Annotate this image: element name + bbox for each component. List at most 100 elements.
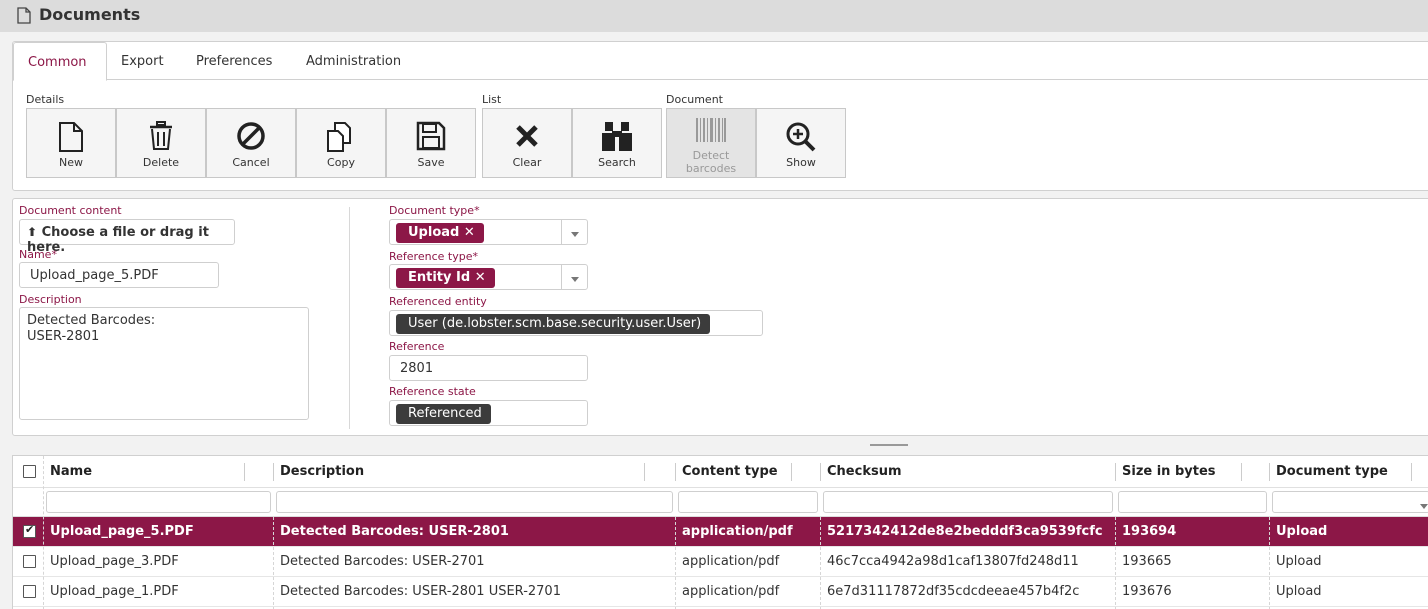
page-title: Documents — [39, 5, 141, 24]
detect-barcodes-label: Detect barcodes — [685, 149, 737, 175]
cell-checksum: 6e7d31117872df35cdcdeeae457b4f2c — [827, 584, 1080, 599]
description-line-1: Detected Barcodes: — [27, 313, 156, 328]
document-icon — [17, 7, 31, 24]
splitter-handle[interactable] — [870, 444, 908, 446]
new-button-label: New — [59, 156, 83, 169]
table-row[interactable]: Upload_page_1.PDF Detected Barcodes: USE… — [13, 577, 1428, 607]
reference-label: Reference — [389, 340, 445, 353]
upload-icon: ⬆ — [27, 225, 38, 239]
filter-description-input[interactable] — [276, 491, 673, 513]
cell-checksum: 5217342412de8e2bedddf3ca9539fcfc — [827, 524, 1103, 539]
save-icon — [416, 121, 446, 151]
detail-form: Document content ⬆ Choose a file or drag… — [12, 198, 1428, 436]
tab-preferences[interactable]: Preferences — [196, 54, 272, 69]
row-checkbox[interactable] — [23, 555, 36, 568]
delete-button-label: Delete — [142, 156, 180, 169]
document-type-select[interactable]: Upload ✕ — [389, 219, 588, 245]
description-textarea[interactable]: Detected Barcodes: USER-2801 — [19, 307, 309, 420]
row-checkbox[interactable] — [23, 523, 36, 538]
cell-description: Detected Barcodes: USER-2801 USER-2701 — [280, 584, 561, 599]
cancel-button-label: Cancel — [232, 156, 270, 169]
reference-state-field: Referenced — [389, 400, 588, 426]
ribbon-panel: Common Export Preferences Administration… — [12, 41, 1428, 191]
form-column-divider — [349, 207, 350, 429]
new-button[interactable]: New — [26, 108, 116, 178]
name-input[interactable]: Upload_page_5.PDF — [19, 262, 219, 288]
filter-content-type-input[interactable] — [678, 491, 818, 513]
show-button[interactable]: Show — [756, 108, 846, 178]
table-row[interactable]: Upload_page_5.PDF Detected Barcodes: USE… — [13, 517, 1428, 547]
column-header-content-type[interactable]: Content type — [676, 456, 821, 487]
save-button[interactable]: Save — [386, 108, 476, 178]
row-checkbox[interactable] — [23, 585, 36, 598]
tab-export[interactable]: Export — [121, 54, 164, 69]
cell-size: 193676 — [1122, 584, 1172, 599]
documents-table: Name Description Content type Checksum S… — [12, 455, 1428, 609]
cancel-icon — [237, 122, 265, 150]
document-content-label: Document content — [19, 204, 122, 217]
reference-state-chip: Referenced — [396, 404, 491, 424]
select-all-checkbox[interactable] — [23, 465, 36, 478]
detect-barcodes-button[interactable]: Detect barcodes — [666, 108, 756, 178]
chevron-down-icon[interactable] — [1411, 492, 1428, 512]
chevron-down-icon[interactable] — [561, 220, 587, 244]
new-document-icon — [59, 122, 83, 152]
copy-icon — [327, 122, 351, 152]
filter-size-input[interactable] — [1118, 491, 1267, 513]
remove-chip-icon[interactable]: ✕ — [464, 225, 475, 240]
copy-button[interactable]: Copy — [296, 108, 386, 178]
reference-input[interactable]: 2801 — [389, 355, 588, 381]
cancel-button[interactable]: Cancel — [206, 108, 296, 178]
tab-common[interactable]: Common — [13, 42, 107, 81]
cell-description: Detected Barcodes: USER-2801 — [280, 524, 509, 539]
column-header-checksum[interactable]: Checksum — [821, 456, 1116, 487]
reference-type-select[interactable]: Entity Id ✕ — [389, 264, 588, 290]
cell-document-type: Upload — [1276, 554, 1322, 569]
reference-state-label: Reference state — [389, 385, 476, 398]
trash-icon — [150, 121, 172, 150]
referenced-entity-field[interactable]: User (de.lobster.scm.base.security.user.… — [389, 310, 763, 336]
clear-button-label: Clear — [512, 156, 542, 169]
tab-bar: Common Export Preferences Administration — [13, 42, 1428, 81]
delete-button[interactable]: Delete — [116, 108, 206, 178]
column-header-name[interactable]: Name — [44, 456, 274, 487]
reference-type-chip: Entity Id ✕ — [396, 268, 495, 288]
cell-name: Upload_page_3.PDF — [50, 554, 179, 569]
save-button-label: Save — [417, 156, 445, 169]
cell-description: Detected Barcodes: USER-2701 — [280, 554, 485, 569]
cell-name: Upload_page_1.PDF — [50, 584, 179, 599]
column-header-description[interactable]: Description — [274, 456, 676, 487]
cell-size: 193665 — [1122, 554, 1172, 569]
cell-content-type: application/pdf — [682, 584, 780, 599]
filter-checksum-input[interactable] — [823, 491, 1113, 513]
cell-document-type: Upload — [1276, 584, 1322, 599]
group-label-document: Document — [666, 93, 723, 106]
search-button[interactable]: Search — [572, 108, 662, 178]
filter-document-type-select[interactable] — [1272, 491, 1428, 513]
document-type-chip: Upload ✕ — [396, 223, 484, 243]
document-type-label: Document type* — [389, 204, 480, 217]
file-upload-button[interactable]: ⬆ Choose a file or drag it here. — [19, 219, 235, 255]
description-label: Description — [19, 293, 82, 306]
cell-name: Upload_page_5.PDF — [50, 524, 194, 539]
description-line-2: USER-2801 — [27, 329, 100, 344]
table-row[interactable]: Upload_page_3.PDF Detected Barcodes: USE… — [13, 547, 1428, 577]
binoculars-icon — [602, 122, 632, 151]
barcode-icon — [696, 118, 726, 142]
clear-x-icon — [516, 125, 538, 147]
search-button-label: Search — [598, 156, 636, 169]
show-button-label: Show — [786, 156, 816, 169]
group-label-details: Details — [26, 93, 65, 106]
column-header-document-type[interactable]: Document type — [1270, 456, 1428, 487]
remove-chip-icon[interactable]: ✕ — [475, 270, 486, 285]
referenced-entity-label: Referenced entity — [389, 295, 487, 308]
chevron-down-icon[interactable] — [561, 265, 587, 289]
tab-administration[interactable]: Administration — [306, 54, 401, 69]
cell-content-type: application/pdf — [682, 554, 780, 569]
clear-button[interactable]: Clear — [482, 108, 572, 178]
column-header-size[interactable]: Size in bytes — [1116, 456, 1270, 487]
reference-type-label: Reference type* — [389, 250, 478, 263]
filter-name-input[interactable] — [46, 491, 271, 513]
cell-size: 193694 — [1122, 524, 1177, 539]
filter-row — [13, 488, 1428, 517]
